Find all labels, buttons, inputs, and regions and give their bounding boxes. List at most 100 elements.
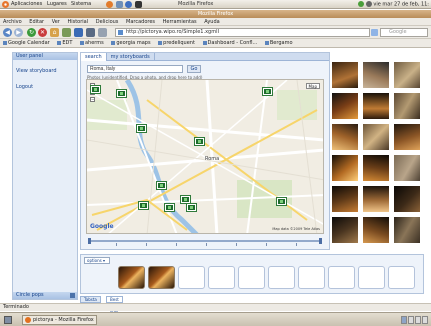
menu-aplicaciones[interactable]: Aplicaciones xyxy=(11,1,42,7)
storyboard-slot-empty[interactable] xyxy=(208,266,235,289)
workspace-1[interactable] xyxy=(401,316,407,324)
photo-thumbnail[interactable] xyxy=(363,124,389,150)
addon-icon[interactable] xyxy=(62,28,71,37)
photo-thumbnail[interactable] xyxy=(394,186,420,212)
back-arrow-icon[interactable]: ◀ xyxy=(3,28,12,37)
home-icon[interactable]: ⌂ xyxy=(50,28,59,37)
storyboard-slot-empty[interactable] xyxy=(268,266,295,289)
slider-left-handle[interactable] xyxy=(88,238,91,244)
photo-thumbnail[interactable] xyxy=(332,93,358,119)
storyboard-slot-empty[interactable] xyxy=(328,266,355,289)
photo-thumbnail[interactable] xyxy=(394,62,420,88)
web-search-input[interactable]: Google xyxy=(380,28,428,37)
reload-icon[interactable]: ↻ xyxy=(27,28,36,37)
photo-marker[interactable] xyxy=(137,125,146,132)
photo-thumbnail[interactable] xyxy=(394,155,420,181)
bookmark-dashboard[interactable]: Dashboard - Confl... xyxy=(200,39,261,48)
bookmark-georgia-maps[interactable]: georgia maps xyxy=(108,39,153,48)
storyboard-slot-filled[interactable] xyxy=(148,266,175,289)
logout-link[interactable]: Logout xyxy=(13,82,77,92)
tab-search[interactable]: search xyxy=(81,53,107,61)
menu-lugares[interactable]: Lugares xyxy=(47,1,67,7)
ubuntu-logo-icon[interactable] xyxy=(2,1,9,8)
map-type-button[interactable]: Map xyxy=(305,83,320,89)
zoom-out-icon[interactable]: − xyxy=(90,97,95,102)
go-button[interactable]: Go xyxy=(187,65,201,73)
bookmark-google-calendar[interactable]: Google Calendar xyxy=(0,39,53,48)
photo-marker[interactable] xyxy=(91,86,100,93)
url-bar[interactable]: http://pictorya.wipo.ro/Simple1.xgmlI xyxy=(115,28,370,37)
storyboard-slot-empty[interactable] xyxy=(358,266,385,289)
menu-editar[interactable]: Editar xyxy=(26,18,47,26)
menu-historial[interactable]: Historial xyxy=(64,18,91,26)
time-slider[interactable] xyxy=(86,237,324,246)
bookmark-aherms[interactable]: aherms xyxy=(77,39,107,48)
photo-thumbnail[interactable] xyxy=(332,186,358,212)
photo-thumbnail[interactable] xyxy=(332,155,358,181)
workspace-4[interactable] xyxy=(422,316,428,324)
storyboard-slot-empty[interactable] xyxy=(388,266,415,289)
photo-thumbnail[interactable] xyxy=(363,155,389,181)
firefox-launcher-icon[interactable] xyxy=(106,1,113,8)
photo-thumbnail[interactable] xyxy=(394,93,420,119)
photo-marker[interactable] xyxy=(195,138,204,145)
photo-thumbnail[interactable] xyxy=(394,217,420,243)
slider-right-handle[interactable] xyxy=(319,238,322,244)
panel-clock[interactable]: vie mar 27 de feb, 11: xyxy=(373,2,429,8)
photo-thumbnail[interactable] xyxy=(332,217,358,243)
menu-sistema[interactable]: Sistema xyxy=(71,1,91,7)
show-desktop-icon[interactable] xyxy=(4,316,12,324)
tab-my-storyboards[interactable]: my storyboards xyxy=(107,53,155,61)
circle-pops-bar[interactable]: Circle pops xyxy=(13,292,77,299)
menu-ver[interactable]: Ver xyxy=(49,18,63,26)
delicious-icon[interactable] xyxy=(74,28,83,37)
photo-thumbnail[interactable] xyxy=(394,124,420,150)
photo-marker[interactable] xyxy=(157,182,166,189)
volume-icon[interactable] xyxy=(365,1,372,7)
bookmark-tag-icon[interactable] xyxy=(86,28,95,37)
tab-best-by-light[interactable]: Best by light × xyxy=(106,296,123,320)
google-map[interactable]: + − Map Roma Google Map data ©2009 Tele … xyxy=(86,79,324,234)
photo-marker[interactable] xyxy=(277,198,286,205)
photo-marker[interactable] xyxy=(139,202,148,209)
forward-arrow-icon[interactable]: ▶ xyxy=(14,28,23,37)
bookmark-edt[interactable]: EDT xyxy=(54,39,75,48)
photo-thumbnail[interactable] xyxy=(363,217,389,243)
expand-icon[interactable] xyxy=(70,293,75,298)
storyboard-slot-empty[interactable] xyxy=(238,266,265,289)
photo-thumbnail[interactable] xyxy=(363,93,389,119)
network-icon[interactable] xyxy=(358,1,365,7)
photo-thumbnail[interactable] xyxy=(332,62,358,88)
bookmark-predeliquent[interactable]: predeliquent xyxy=(155,39,198,48)
menu-herramientas[interactable]: Herramientas xyxy=(160,18,200,26)
photo-marker[interactable] xyxy=(187,204,196,211)
storyboard-slot-filled[interactable] xyxy=(118,266,145,289)
menu-ayuda[interactable]: Ayuda xyxy=(201,18,222,26)
tab-tabsta[interactable]: Tabsta xyxy=(80,296,101,303)
storyboard-slot-empty[interactable] xyxy=(298,266,325,289)
workspace-3[interactable] xyxy=(415,316,421,324)
photo-thumbnail[interactable] xyxy=(363,186,389,212)
help-launcher-icon[interactable] xyxy=(125,1,133,8)
photo-marker[interactable] xyxy=(263,88,272,95)
menu-delicious[interactable]: Delicious xyxy=(93,18,122,26)
menu-marcadores[interactable]: Marcadores xyxy=(123,18,158,26)
print-icon[interactable] xyxy=(98,28,107,37)
photo-marker[interactable] xyxy=(117,90,126,97)
view-storyboard-link[interactable]: View storyboard xyxy=(13,66,77,76)
mail-launcher-icon[interactable] xyxy=(115,1,123,8)
workspace-2[interactable] xyxy=(408,316,414,324)
go-arrow-icon[interactable] xyxy=(371,29,378,36)
stop-icon[interactable]: ✕ xyxy=(38,28,47,37)
storyboard-slot-empty[interactable] xyxy=(178,266,205,289)
location-search-input[interactable] xyxy=(87,65,183,73)
terminal-launcher-icon[interactable] xyxy=(134,1,142,8)
photo-thumbnail[interactable] xyxy=(363,62,389,88)
photo-thumbnail[interactable] xyxy=(332,124,358,150)
taskbar-window-button[interactable]: pictorya - Mozilla Firefox xyxy=(22,315,97,325)
photo-marker[interactable] xyxy=(165,204,174,211)
menu-archivo[interactable]: Archivo xyxy=(0,18,25,26)
bookmark-bergamo[interactable]: Bergamo xyxy=(262,39,296,48)
photo-marker[interactable] xyxy=(181,196,190,203)
options-dropdown[interactable]: options ▾ xyxy=(84,257,110,264)
